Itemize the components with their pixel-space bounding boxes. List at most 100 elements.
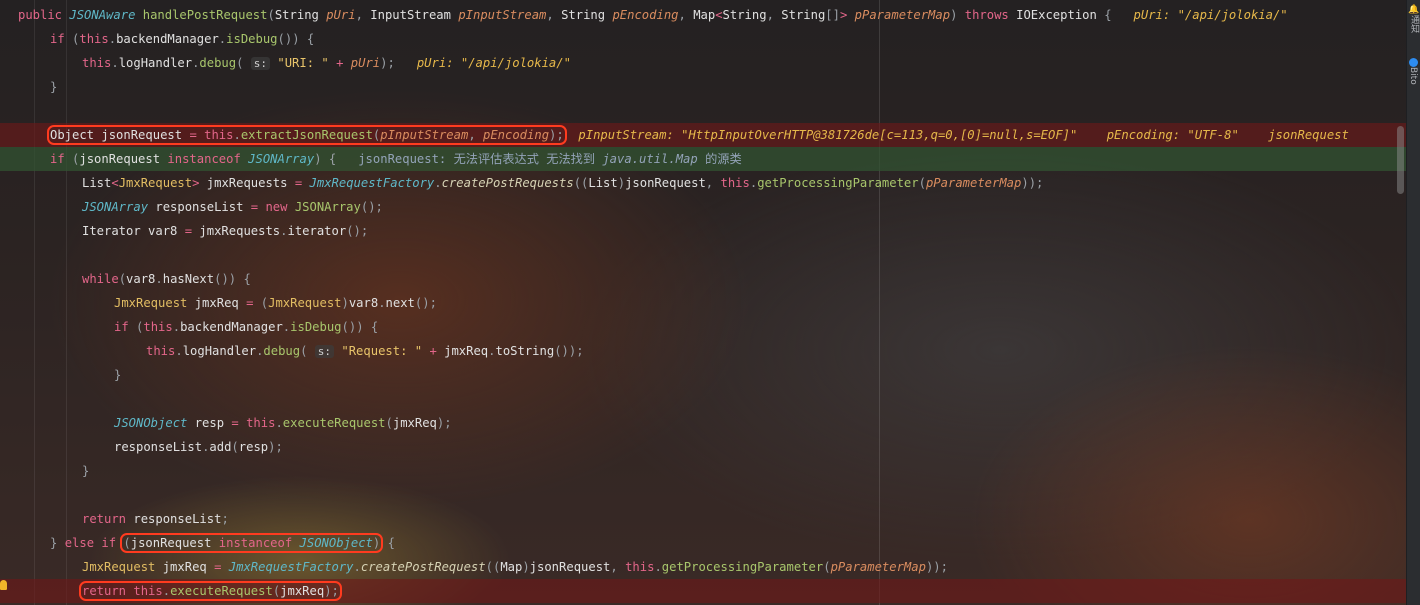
code-token: ); [268,440,283,454]
code-token: ) [341,296,349,310]
code-token: . [233,128,241,142]
code-token: this [246,416,276,430]
debug-inline-value: java.util.Map [602,152,698,166]
code-token: ( [267,8,275,22]
code-line[interactable]: } [0,75,1407,99]
lightbulb-icon[interactable] [0,580,7,590]
code-line[interactable]: } else if (jsonRequest instanceof JSONOb… [0,531,1407,555]
code-token: jmxReq [444,344,489,358]
code-text: public JSONAware handlePostRequest(Strin… [18,3,1288,27]
code-line[interactable]: public JSONAware handlePostRequest(Strin… [0,3,1407,27]
code-token: executeRequest [282,416,386,430]
code-token: , [610,560,626,574]
code-line[interactable]: return responseList; [0,507,1407,531]
code-token: jsonRequest [529,560,611,574]
code-token: , [468,128,483,142]
notifications-label: 通知 [1409,15,1419,33]
code-token: pInputStream [380,128,469,142]
breakpoint-line[interactable]: Object jsonRequest = this.extractJsonReq… [0,123,1407,147]
code-token: (); [346,224,369,238]
code-token: createPostRequests [441,176,574,190]
code-text: } [82,459,89,483]
code-line[interactable]: if (this.backendManager.isDebug()) { [0,315,1407,339]
code-token: = [250,200,266,214]
code-token: responseList [114,440,203,454]
code-text: this.logHandler.debug( s: "Request: " + … [146,339,584,364]
vertical-scrollbar[interactable] [1397,126,1404,194]
parameter-hint: s: [314,345,335,358]
code-token: . [172,320,181,334]
code-line[interactable] [0,243,1407,267]
code-text: JmxRequest jmxReq = (JmxRequest)var8.nex… [114,291,437,315]
code-token: String [561,8,613,22]
code-line[interactable]: if (this.backendManager.isDebug()) { [0,27,1407,51]
code-token: } [50,80,58,94]
code-text: return responseList; [82,507,229,531]
code-token: . [155,272,163,286]
code-token: JmxRequest [114,296,195,310]
code-token: } [114,368,122,382]
code-line[interactable]: while(var8.hasNext()) { [0,267,1407,291]
code-line[interactable]: this.logHandler.debug( s: "Request: " + … [0,339,1407,363]
code-token: getProcessingParameter [661,560,824,574]
debug-inline-value: pInputStream: "HttpInputOverHTTP@381726d… [563,128,1349,142]
code-token: pParameterMap [830,560,926,574]
code-line[interactable]: Iterator var8 = jmxRequests.iterator(); [0,219,1407,243]
code-token: ); [436,416,452,430]
execution-line[interactable]: if (jsonRequest instanceof JSONArray) { … [0,147,1407,171]
right-tool-strip: 🔔通知 Bito [1406,0,1420,605]
code-token: return [82,584,134,598]
code-token: iterator [287,224,347,238]
code-line[interactable]: responseList.add(resp); [0,435,1407,459]
code-token: getProcessingParameter [757,176,919,190]
code-text: if (this.backendManager.isDebug()) { [114,315,378,339]
code-token: = [189,128,205,142]
bito-tool[interactable]: Bito [1408,58,1418,85]
code-token: ; [221,512,229,526]
code-line[interactable] [0,99,1407,123]
code-token: JmxRequest [268,296,342,310]
code-line[interactable]: List<JmxRequest> jmxRequests = JmxReques… [0,171,1407,195]
code-line[interactable] [0,483,1407,507]
code-line[interactable]: JSONArray responseList = new JSONArray()… [0,195,1407,219]
code-token: pParameterMap [925,176,1022,190]
code-token: pUri [326,8,356,22]
code-line[interactable]: } [0,459,1407,483]
code-text: return this.executeRequest(jmxReq); [79,579,342,603]
code-line[interactable]: JmxRequest jmxReq = (JmxRequest)var8.nex… [0,291,1407,315]
breakpoint-line[interactable]: return this.executeRequest(jmxReq); [0,579,1407,603]
code-token: ( [918,176,926,190]
code-token: ()) { [277,32,315,46]
code-token: isDebug [290,320,342,334]
notifications-tool[interactable]: 🔔通知 [1408,4,1420,33]
code-token: toString [495,344,555,358]
code-line[interactable]: JmxRequest jmxReq = JmxRequestFactory.cr… [0,555,1407,579]
code-text: } [50,75,57,99]
code-token: . [108,32,117,46]
code-line[interactable]: JSONObject resp = this.executeRequest(jm… [0,411,1407,435]
code-text: this.logHandler.debug( s: "URI: " + pUri… [82,51,571,76]
code-token: [] [825,8,840,22]
highlight-box: return this.executeRequest(jmxReq); [79,581,342,601]
code-token: = [231,416,247,430]
code-token: , [355,8,371,22]
code-line[interactable]: } [0,363,1407,387]
code-token: jmxReq [280,584,325,598]
code-line[interactable]: this.logHandler.debug( s: "URI: " + pUri… [0,51,1407,75]
code-text: Object jsonRequest = this.extractJsonReq… [47,123,1349,147]
code-token: , [678,8,694,22]
code-text: } [114,363,121,387]
code-token: backendManager [180,320,283,334]
code-line[interactable] [0,387,1407,411]
code-text: JSONObject resp = this.executeRequest(jm… [114,411,452,435]
code-token: Object [50,128,102,142]
code-token: responseList [133,512,222,526]
code-token: createPostRequest [360,560,486,574]
highlight-box: (jsonRequest instanceof JSONObject) [120,533,384,553]
code-editor[interactable]: public JSONAware handlePostRequest(Strin… [0,0,1407,605]
code-token: JSONObject [299,536,373,550]
code-token: jsonRequest [79,152,168,166]
code-token: if [114,320,137,334]
code-token: ( [823,560,831,574]
code-token: jsonRequest [130,536,219,550]
